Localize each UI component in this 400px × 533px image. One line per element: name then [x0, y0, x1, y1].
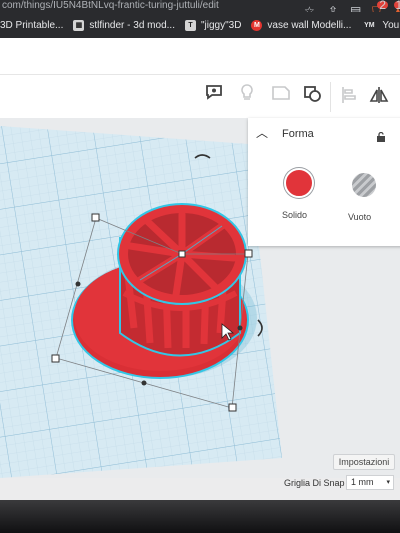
snap-grid-select[interactable]: 1 mm ▾	[346, 475, 394, 490]
bookmark-label: YouMagine – You	[382, 19, 400, 31]
bookmark-label: "jiggy"3D	[200, 19, 242, 31]
lock-icon[interactable]	[376, 132, 386, 142]
rotate-arrow-right-icon[interactable]	[257, 319, 263, 337]
bookmark-label: 3D Printable...	[0, 19, 64, 31]
hole-option[interactable]	[352, 173, 376, 197]
bookmark-item-stlfinder[interactable]: ▦ stlfinder - 3d mod...	[73, 19, 175, 31]
settings-button[interactable]: Impostazioni	[333, 454, 395, 470]
makerbot-icon: M	[251, 19, 263, 31]
panel-title: Forma	[282, 128, 314, 140]
mirror-icon[interactable]	[368, 85, 390, 105]
bookmarks-bar: 3D Printable... ▦ stlfinder - 3d mod... …	[0, 12, 400, 38]
url-text: com/things/IU5N4BtNLvq-frantic-turing-ju…	[2, 0, 219, 11]
comment-icon[interactable]	[204, 82, 224, 102]
edge-handle-bottom[interactable]	[141, 380, 147, 386]
brave-badge: 2	[377, 0, 389, 12]
bookmark-item-youmagine[interactable]: YM YouMagine – You	[361, 20, 400, 31]
bookmark-item-jiggy[interactable]: T "jiggy"3D	[184, 19, 242, 31]
resize-handle-bottom-right[interactable]	[228, 403, 237, 412]
bookmark-label: vase wall Modelli...	[267, 19, 352, 31]
shape-panel: ︿ Forma Solido Vuoto	[248, 118, 400, 246]
group-icon[interactable]	[302, 84, 324, 104]
resize-handle-top-left[interactable]	[91, 213, 100, 222]
youmagine-icon: YM	[364, 21, 375, 29]
rotate-arrow-top-icon[interactable]	[194, 154, 211, 159]
hole-label: Vuoto	[348, 212, 372, 222]
height-handle[interactable]	[178, 250, 186, 258]
editor-toolbar	[0, 38, 400, 118]
screen: com/things/IU5N4BtNLvq-frantic-turing-ju…	[0, 0, 400, 533]
edge-handle-left[interactable]	[75, 281, 81, 287]
toolbar-divider	[0, 74, 400, 75]
solid-label: Solido	[282, 210, 308, 220]
monitor-bezel	[0, 500, 400, 533]
chevron-down-icon: ▾	[386, 479, 390, 486]
solid-option[interactable]	[284, 168, 314, 198]
resize-handle-right[interactable]	[244, 249, 253, 258]
bookmark-item-3d-printable[interactable]: 3D Printable...	[0, 20, 63, 31]
snap-grid-label: Griglia Di Snap	[284, 478, 345, 488]
lightbulb-icon[interactable]	[238, 83, 256, 103]
stlfinder-icon: ▦	[73, 19, 85, 31]
alert-badge: 13	[393, 0, 400, 11]
thingiverse-icon: T	[184, 19, 196, 31]
toolbar-separator	[330, 82, 331, 112]
note-icon[interactable]	[270, 84, 292, 102]
bookmark-item-vase-wall[interactable]: M vase wall Modelli...	[251, 19, 352, 31]
edge-handle-right[interactable]	[237, 325, 243, 331]
snap-grid-value: 1 mm	[351, 477, 374, 487]
resize-handle-bottom-left[interactable]	[51, 354, 60, 363]
bookmark-label: stlfinder - 3d mod...	[89, 19, 175, 31]
collapse-chevron-icon[interactable]: ︿	[256, 124, 268, 141]
align-icon[interactable]	[340, 85, 358, 105]
